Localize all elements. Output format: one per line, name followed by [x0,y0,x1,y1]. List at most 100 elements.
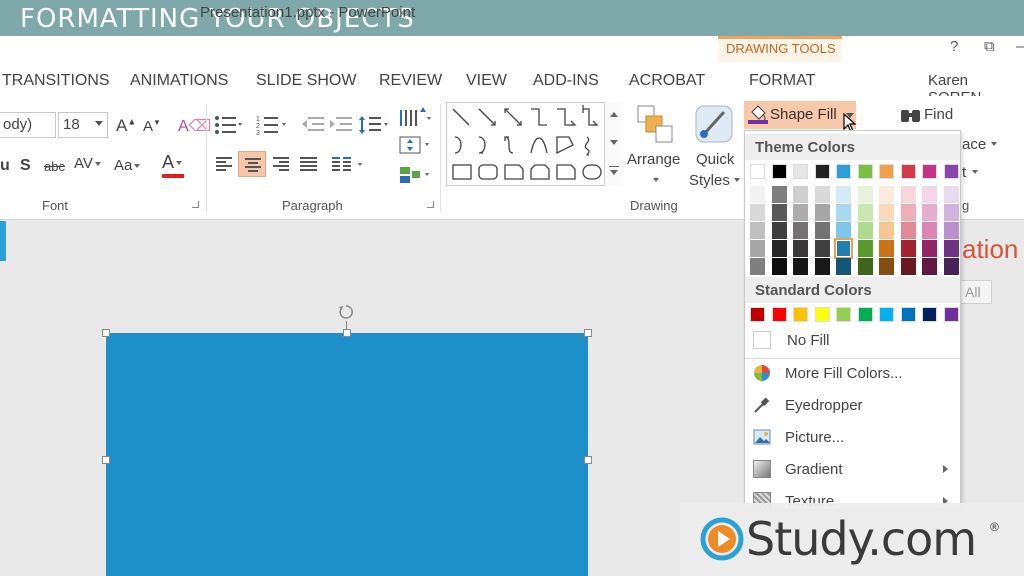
select-all-button[interactable]: All [960,280,992,304]
theme-shade-swatch[interactable] [793,222,808,239]
standard-color-swatch[interactable] [943,307,959,322]
standard-color-swatch[interactable] [879,307,894,322]
standard-color-swatch[interactable] [814,307,830,322]
columns-icon[interactable] [332,156,366,172]
theme-shade-swatch[interactable] [943,240,959,257]
theme-shade-swatch[interactable] [750,186,765,203]
select-dropdown-icon[interactable] [972,170,978,174]
theme-shade-swatch[interactable] [857,222,873,239]
scroll-down-icon[interactable] [610,140,618,145]
theme-shade-swatch[interactable] [771,204,787,221]
theme-shade-swatch[interactable] [771,186,787,203]
standard-color-swatch[interactable] [857,307,873,322]
tab-animations[interactable]: ANIMATIONS [130,72,228,90]
theme-shade-swatch[interactable] [793,240,808,257]
font-name-combo[interactable]: ody) [0,112,56,138]
theme-shade-swatch[interactable] [814,222,830,239]
shapes-gallery[interactable] [446,102,622,186]
theme-shade-swatch[interactable] [793,204,808,221]
standard-color-swatch[interactable] [900,307,916,322]
quick-styles-dropdown-icon[interactable] [734,178,740,182]
theme-shade-swatch[interactable] [814,186,830,203]
smartart-icon[interactable] [398,164,432,186]
standard-color-swatch[interactable] [922,307,937,322]
theme-shade-swatch[interactable] [814,258,830,275]
theme-color-swatch[interactable] [857,164,873,179]
theme-shade-swatch[interactable] [900,240,916,257]
replace-button[interactable]: ace [962,136,986,153]
standard-color-swatch[interactable] [750,307,765,322]
align-right-icon[interactable] [272,156,290,172]
theme-shade-swatch[interactable] [857,186,873,203]
arrange-button[interactable]: Arrange [627,151,680,168]
standard-color-swatch[interactable] [836,307,851,322]
resize-handle-ne[interactable] [584,329,592,337]
more-fill-colors-item[interactable]: More Fill Colors... [745,359,960,389]
theme-shade-swatch[interactable] [793,258,808,275]
help-button[interactable]: ? [950,38,958,55]
grow-font-icon[interactable]: A▲ [116,116,136,136]
resize-handle-w[interactable] [102,456,110,464]
decrease-indent-icon[interactable] [302,116,324,134]
select-button[interactable]: t [962,164,966,181]
theme-color-swatch[interactable] [750,164,765,179]
increase-indent-icon[interactable] [330,116,352,134]
paragraph-dialog-launcher[interactable] [427,201,434,208]
gallery-scrollbar[interactable] [604,102,622,186]
font-color-icon[interactable]: A [162,152,183,173]
tab-view[interactable]: VIEW [466,72,507,90]
align-left-icon[interactable] [216,156,234,172]
shadow-icon[interactable]: S [20,157,31,175]
theme-shade-swatch[interactable] [879,186,894,203]
theme-shade-swatch[interactable] [793,186,808,203]
tab-add-ins[interactable]: ADD-INS [533,72,599,90]
font-size-combo[interactable]: 18 [58,112,108,138]
character-spacing-icon[interactable]: AV [74,155,101,172]
change-case-icon[interactable]: Aa [114,157,141,174]
theme-shade-swatch[interactable] [814,204,830,221]
theme-shade-swatch[interactable] [814,240,830,257]
quick-styles-label-2[interactable]: Styles [689,172,730,189]
theme-shade-swatch[interactable] [834,238,853,259]
theme-shade-swatch[interactable] [750,258,765,275]
justify-icon[interactable] [300,156,318,172]
theme-shade-swatch[interactable] [879,204,894,221]
standard-color-swatch[interactable] [793,307,808,322]
theme-shade-swatch[interactable] [900,222,916,239]
underline-icon[interactable]: u [0,157,10,175]
theme-shade-swatch[interactable] [943,204,959,221]
theme-color-swatch[interactable] [814,164,830,179]
standard-color-swatch[interactable] [771,307,787,322]
theme-shade-swatch[interactable] [879,222,894,239]
more-shapes-icon[interactable] [609,166,619,167]
rectangle-shape[interactable] [106,333,588,576]
tab-transitions[interactable]: TRANSITIONS [2,72,110,90]
theme-shade-swatch[interactable] [857,258,873,275]
theme-shade-swatch[interactable] [900,258,916,275]
tab-review[interactable]: REVIEW [379,72,442,90]
theme-shade-swatch[interactable] [857,204,873,221]
scroll-up-icon[interactable] [610,112,618,117]
theme-shade-swatch[interactable] [922,222,937,239]
ribbon-display-button[interactable]: ⧉ [984,38,995,55]
theme-color-swatch[interactable] [771,164,787,179]
theme-shade-swatch[interactable] [750,240,765,257]
quick-styles-icon[interactable] [694,104,734,144]
theme-shade-swatch[interactable] [943,258,959,275]
quick-styles-label-1[interactable]: Quick [696,151,734,168]
theme-shade-swatch[interactable] [879,240,894,257]
theme-color-swatch[interactable] [836,164,851,179]
shrink-font-icon[interactable]: A▼ [143,118,161,135]
theme-shade-swatch[interactable] [922,240,937,257]
font-dialog-launcher[interactable] [192,201,199,208]
strikethrough-icon[interactable]: abc [44,159,65,174]
find-button[interactable]: Find [924,106,953,123]
theme-shade-swatch[interactable] [943,186,959,203]
replace-dropdown-icon[interactable] [991,142,997,146]
resize-handle-n[interactable] [343,329,351,337]
theme-color-swatch[interactable] [900,164,916,179]
theme-shade-swatch[interactable] [836,204,851,221]
picture-item[interactable]: Picture... [745,423,960,453]
resize-handle-e[interactable] [584,456,592,464]
arrange-dropdown-icon[interactable] [653,178,659,182]
